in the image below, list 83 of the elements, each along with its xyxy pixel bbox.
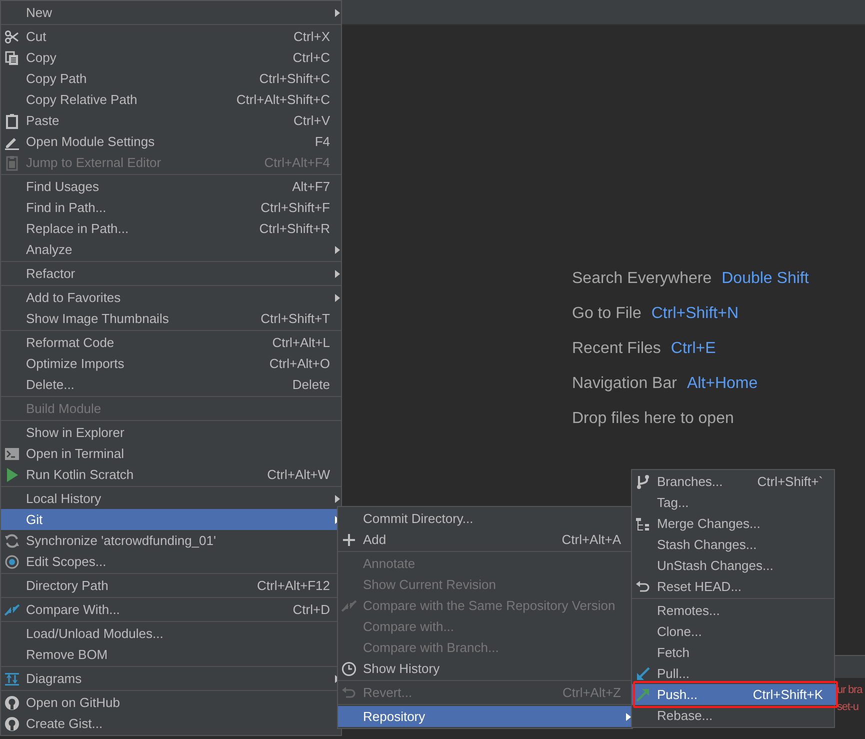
menu-item[interactable]: Replace in Path... Ctrl+Shift+R bbox=[1, 218, 344, 239]
console-text: set-u bbox=[837, 700, 860, 715]
menu-item[interactable]: Cut Ctrl+X bbox=[1, 26, 344, 47]
target-icon bbox=[4, 554, 20, 570]
shortcut-text: F4 bbox=[314, 134, 330, 149]
compare-arrows-icon bbox=[4, 602, 20, 618]
hint-text: Search Everywhere bbox=[572, 270, 712, 288]
shortcut-text: Ctrl+Alt+F12 bbox=[256, 578, 330, 593]
clipboard-icon bbox=[4, 112, 20, 128]
shortcut-text: Ctrl+Shift+F bbox=[260, 200, 330, 215]
menu-item[interactable]: Analyze bbox=[1, 239, 344, 260]
branch-icon bbox=[635, 474, 651, 490]
shortcut-text: Alt+Home bbox=[686, 375, 758, 393]
menu-item[interactable]: Find in Path... Ctrl+Shift+F bbox=[1, 197, 344, 218]
shortcut-text: Ctrl+Shift+C bbox=[258, 71, 330, 86]
menu-item[interactable]: Run Kotlin Scratch Ctrl+Alt+W bbox=[1, 464, 344, 485]
hint-text: Drop files here to open bbox=[572, 410, 734, 428]
menu-item[interactable]: Paste Ctrl+V bbox=[1, 110, 344, 131]
shortcut-text: Ctrl+Shift+R bbox=[258, 221, 330, 236]
shortcut-text: Ctrl+Alt+Shift+C bbox=[235, 92, 330, 107]
shortcut-text: Ctrl+D bbox=[292, 602, 330, 617]
shortcut-text: Ctrl+Alt+L bbox=[271, 335, 330, 350]
shortcut-text: Ctrl+X bbox=[292, 29, 330, 44]
shortcut-text: Ctrl+Shift+K bbox=[752, 687, 823, 702]
undo-arrow-icon bbox=[635, 578, 651, 594]
play-icon bbox=[4, 466, 20, 482]
hint-text: Recent Files bbox=[572, 340, 661, 358]
menu-item[interactable]: Open on GitHub bbox=[1, 692, 344, 713]
shortcut-text: Delete bbox=[291, 377, 330, 392]
arrow-up-right-icon bbox=[635, 686, 651, 702]
shortcut-text: Ctrl+E bbox=[670, 340, 716, 358]
menu-item[interactable]: Add to Favorites bbox=[1, 287, 344, 308]
shortcut-text: Ctrl+V bbox=[292, 113, 330, 128]
plus-icon bbox=[341, 532, 357, 548]
menu-item[interactable]: Merge Changes... bbox=[632, 513, 837, 534]
menu-item[interactable]: Copy Relative Path Ctrl+Alt+Shift+C bbox=[1, 89, 344, 110]
shortcut-text: Ctrl+Alt+Z bbox=[561, 685, 621, 700]
menu-item[interactable]: Branches... Ctrl+Shift+` bbox=[632, 471, 837, 492]
menu-item[interactable]: Find Usages Alt+F7 bbox=[1, 176, 344, 197]
menu-item[interactable]: Reset HEAD... bbox=[632, 576, 837, 597]
menu-item[interactable]: Push... Ctrl+Shift+K bbox=[632, 684, 837, 705]
copy-icon bbox=[4, 50, 20, 66]
menu-item[interactable]: Show Image Thumbnails Ctrl+Shift+T bbox=[1, 308, 344, 329]
menu-item[interactable]: Reformat Code Ctrl+Alt+L bbox=[1, 332, 344, 353]
shortcut-text: Ctrl+Alt+F4 bbox=[263, 155, 330, 170]
hint-text: Navigation Bar bbox=[572, 375, 677, 393]
menu-item[interactable]: New bbox=[1, 2, 344, 23]
scissors-icon bbox=[4, 28, 20, 44]
shortcut-text: Ctrl+Shift+` bbox=[756, 474, 823, 489]
menu-item[interactable]: UnStash Changes... bbox=[632, 555, 837, 576]
undo-arrow-icon bbox=[341, 684, 357, 700]
shortcut-text: Ctrl+Shift+T bbox=[260, 311, 330, 326]
menu-item[interactable]: Show in Explorer bbox=[1, 422, 344, 443]
shortcut-text: Alt+F7 bbox=[291, 179, 330, 194]
diagram-icon bbox=[4, 670, 20, 686]
shortcut-text: Ctrl+C bbox=[292, 50, 330, 65]
menu-item[interactable]: Refactor bbox=[1, 263, 344, 284]
sync-icon bbox=[4, 532, 20, 548]
clock-icon bbox=[341, 660, 357, 676]
menu-item[interactable]: Tag... bbox=[632, 492, 837, 513]
document-icon bbox=[4, 154, 20, 170]
menu-item[interactable]: Copy Ctrl+C bbox=[1, 47, 344, 68]
menu-item[interactable]: Copy Path Ctrl+Shift+C bbox=[1, 68, 344, 89]
menu-item[interactable]: Compare With... Ctrl+D bbox=[1, 599, 344, 620]
menu-item[interactable]: Optimize Imports Ctrl+Alt+O bbox=[1, 353, 344, 374]
shortcut-text: Double Shift bbox=[722, 270, 809, 288]
merge-tree-icon bbox=[635, 516, 651, 532]
shortcut-text: Ctrl+Shift+N bbox=[651, 305, 738, 323]
menu-item[interactable]: Pull... bbox=[632, 663, 837, 684]
shortcut-text: Ctrl+Alt+W bbox=[266, 467, 330, 482]
menu-item[interactable]: Remotes... bbox=[632, 600, 837, 621]
menu-item[interactable]: Clone... bbox=[632, 621, 837, 642]
hint-text: Go to File bbox=[572, 305, 642, 323]
menu-item[interactable]: Fetch bbox=[632, 642, 837, 663]
shortcut-text: Ctrl+Alt+O bbox=[268, 356, 330, 371]
menu-item[interactable]: Rebase... bbox=[632, 705, 837, 726]
menu-item[interactable]: Open in Terminal bbox=[1, 443, 344, 464]
shortcut-text: Ctrl+Alt+A bbox=[560, 532, 621, 547]
compare-arrows-icon bbox=[341, 598, 357, 614]
menu-item[interactable]: Delete... Delete bbox=[1, 374, 344, 395]
terminal-icon bbox=[4, 446, 20, 462]
menu-item[interactable]: Open Module Settings F4 bbox=[1, 131, 344, 152]
menu-item[interactable]: Stash Changes... bbox=[632, 534, 837, 555]
